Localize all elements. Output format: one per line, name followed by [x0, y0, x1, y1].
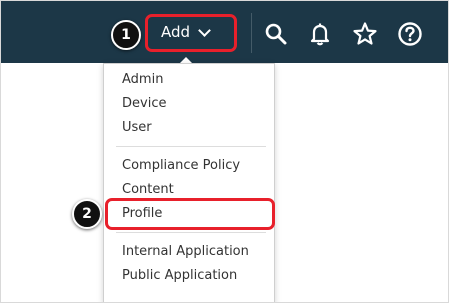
- menu-separator: [116, 232, 266, 233]
- step-2-callout: 2: [72, 199, 102, 229]
- add-dropdown-menu: Admin Device User Compliance Policy Cont…: [103, 63, 275, 302]
- menu-item-device[interactable]: Device: [122, 96, 166, 111]
- search-icon[interactable]: [263, 21, 289, 47]
- chevron-down-icon: [198, 23, 211, 37]
- menu-item-compliance-policy[interactable]: Compliance Policy: [122, 158, 240, 173]
- menu-item-user[interactable]: User: [122, 120, 152, 135]
- menu-item-content[interactable]: Content: [122, 182, 174, 197]
- step-1-callout: 1: [111, 20, 141, 50]
- menu-item-internal-application[interactable]: Internal Application: [122, 244, 249, 259]
- menu-item-public-application[interactable]: Public Application: [122, 268, 237, 283]
- profile-item-highlight: [105, 198, 275, 230]
- menu-item-admin[interactable]: Admin: [122, 72, 163, 87]
- nav-divider: [251, 13, 252, 53]
- add-button[interactable]: Add: [161, 23, 211, 41]
- screenshot-frame: Add Admin Device User Compliance Policy …: [0, 0, 449, 303]
- bell-icon[interactable]: [307, 21, 333, 47]
- help-icon[interactable]: [397, 21, 423, 47]
- star-icon[interactable]: [352, 21, 378, 47]
- add-button-label: Add: [161, 23, 191, 41]
- menu-separator: [116, 146, 266, 147]
- top-navigation-bar: Add: [1, 1, 448, 63]
